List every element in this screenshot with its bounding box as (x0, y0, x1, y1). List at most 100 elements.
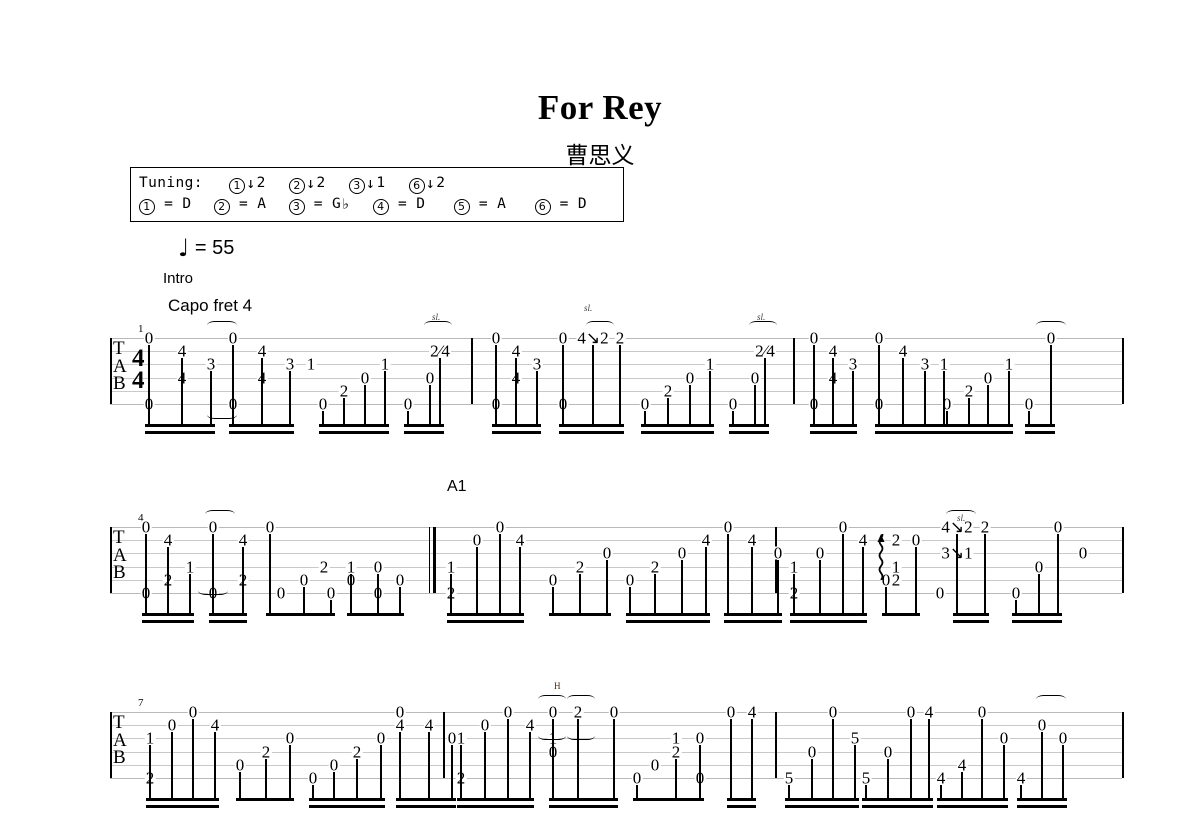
beam (727, 804, 756, 808)
composer-name: 曹思义 (565, 143, 635, 169)
slur (205, 510, 235, 519)
beam (790, 613, 867, 617)
slur (538, 731, 566, 741)
beam (875, 430, 948, 434)
beam (319, 424, 389, 428)
note-stem (1003, 745, 1005, 800)
beam (146, 804, 219, 808)
note-stem (987, 384, 989, 426)
note-stem (148, 345, 150, 426)
note-stem (384, 371, 386, 426)
beam (626, 613, 710, 617)
note-stem (887, 758, 889, 800)
fret-number: 4 (897, 341, 909, 361)
down-arrow-icon: ↓ (306, 174, 316, 192)
beam (724, 613, 782, 617)
note-stem (145, 534, 147, 615)
slur (749, 321, 777, 330)
tempo-marking: ♩ = 55 (178, 234, 234, 262)
fret-number: 0 (394, 702, 406, 722)
note-stem (476, 547, 478, 615)
beam (810, 430, 857, 434)
beam (626, 619, 710, 623)
note-stem (681, 560, 683, 615)
fret-number: 1 (670, 728, 682, 748)
time-signature: 44 (132, 346, 145, 393)
fret-number: 4 (162, 530, 174, 550)
beam (641, 424, 714, 428)
beam (309, 798, 385, 802)
note-stem (832, 719, 834, 800)
note-stem (330, 600, 332, 615)
note-stem (149, 745, 151, 800)
fret-number: 1 (184, 557, 196, 577)
beam (309, 804, 385, 808)
tab-clef: TAB (113, 528, 127, 581)
beam (937, 798, 1008, 802)
beam (457, 798, 534, 802)
tuning-amount-6: 2 (436, 175, 446, 191)
tuning-note-1: D (182, 196, 192, 212)
barline (775, 712, 777, 778)
beam (447, 619, 524, 623)
slide-label: sl. (432, 312, 441, 322)
slur (207, 410, 237, 419)
note-stem (428, 732, 430, 800)
fret-number: 2 (979, 517, 991, 537)
fret-number: 2 (260, 742, 272, 762)
fret-number: 3 (919, 354, 931, 374)
slur (424, 321, 452, 330)
slur (586, 321, 614, 330)
fret-number: 0 (873, 328, 885, 348)
beam (146, 798, 219, 802)
fret-number: 0 (1057, 728, 1069, 748)
fret-number: 0 (725, 702, 737, 722)
fret-number: 0 (749, 368, 761, 388)
string-circle-3: 3 (348, 178, 365, 194)
fret-number: 0 (631, 768, 643, 788)
measure-number: 1 (138, 323, 144, 335)
note-stem (451, 745, 453, 800)
fret-number: 4 (510, 341, 522, 361)
note-stem (312, 785, 314, 800)
fret-number: 4 (700, 530, 712, 550)
note-stem (519, 547, 521, 615)
section-marker-a1: A1 (447, 478, 467, 495)
fret-number: 0 (372, 557, 384, 577)
tuning-strings-row: 1 = D 2 = A 3 = G♭ 4 = D 5 = A 6 = D (139, 195, 587, 215)
double-barline (435, 527, 437, 593)
fret-number: 0 (479, 715, 491, 735)
note-stem (269, 534, 271, 615)
tab-clef-letter: B (113, 747, 126, 768)
note-stem (940, 785, 942, 800)
fret-number: 0 (827, 702, 839, 722)
beam (1012, 613, 1062, 617)
beam (404, 430, 444, 434)
fret-number: 3 (531, 354, 543, 374)
note-stem (289, 371, 291, 426)
beam (457, 804, 534, 808)
fret-number: 2 (318, 557, 330, 577)
fret-number: 1 (938, 354, 950, 374)
fret-number: 1 (144, 728, 156, 748)
note-stem (399, 586, 401, 615)
tab-clef-letter: T (113, 338, 125, 359)
fret-number: 0 (727, 394, 739, 414)
tab-clef: TAB (113, 338, 127, 392)
beam (724, 619, 782, 623)
slur (1036, 695, 1066, 704)
fret-number: 0 (547, 702, 559, 722)
note-stem (619, 345, 621, 426)
beam (142, 619, 194, 623)
beam (875, 424, 948, 428)
fret-number: 0 (639, 394, 651, 414)
tuning-note-6: D (577, 196, 588, 212)
fret-number: 0 (166, 715, 178, 735)
beam (1017, 804, 1067, 808)
fret-number: 0 (502, 702, 514, 722)
note-stem (709, 371, 711, 426)
note-stem (689, 384, 691, 426)
beam (229, 430, 294, 434)
note-stem (1041, 732, 1043, 800)
note-stem (507, 719, 509, 800)
